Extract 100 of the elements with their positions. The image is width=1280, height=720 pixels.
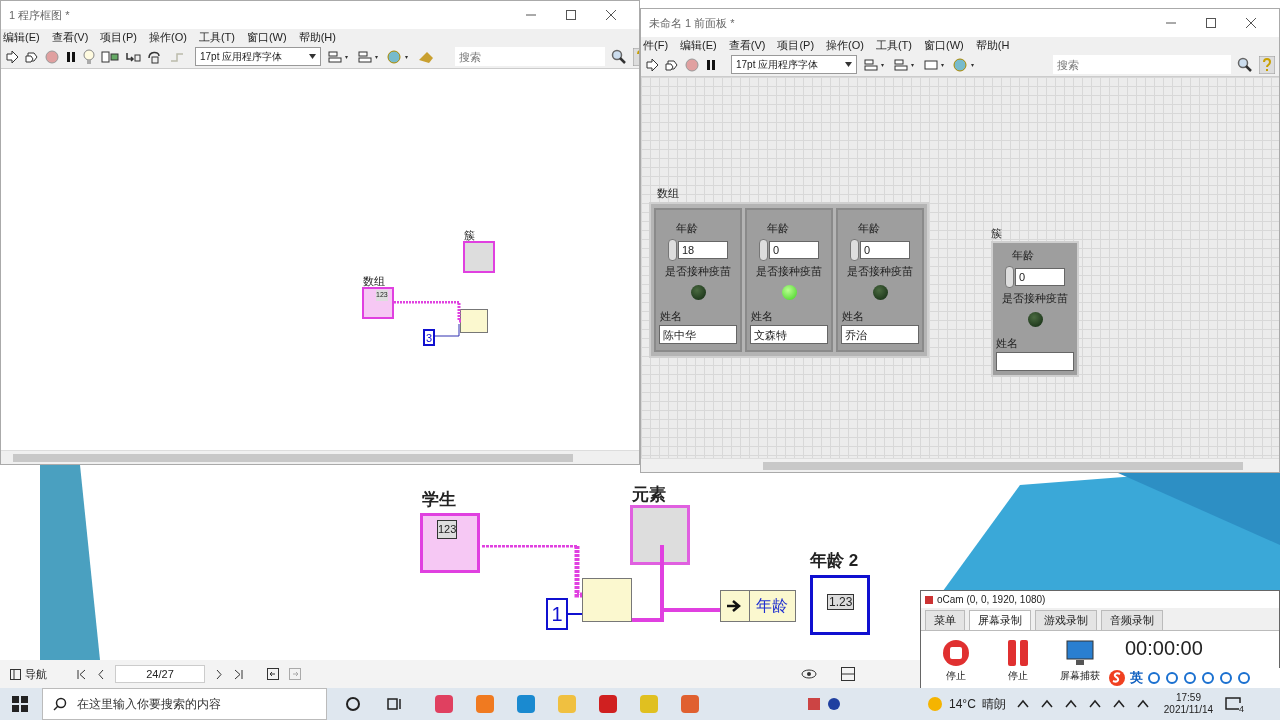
- control-label: 年龄: [676, 221, 698, 236]
- browser-icon[interactable]: [515, 693, 537, 715]
- first-page-icon[interactable]: [77, 668, 87, 680]
- menu-item[interactable]: 窗口(W): [246, 28, 287, 46]
- search-field[interactable]: 搜索: [1053, 55, 1231, 74]
- last-page-icon[interactable]: [233, 668, 243, 680]
- menu-item[interactable]: 编辑(E): [3, 28, 40, 46]
- step-over-icon[interactable]: [147, 49, 163, 64]
- navigation-button[interactable]: 导航: [10, 665, 47, 683]
- arrow-icon: [727, 600, 743, 612]
- font-dropdown[interactable]: 17pt 应用程序字体: [195, 47, 321, 66]
- led-indicator[interactable]: [1027, 312, 1043, 327]
- probe-icon[interactable]: [101, 49, 119, 64]
- string-field[interactable]: 乔治: [841, 324, 919, 344]
- scrollbar-thumb[interactable]: [13, 453, 573, 462]
- control-label: 姓名: [660, 309, 682, 324]
- next-page-icon[interactable]: [215, 668, 223, 680]
- led-indicator[interactable]: [690, 285, 706, 300]
- caret-icon: [309, 54, 316, 59]
- pause-icon[interactable]: [65, 49, 77, 64]
- led-indicator[interactable]: [872, 285, 888, 300]
- app-icon[interactable]: [679, 693, 701, 715]
- input-mode[interactable]: 英: [1130, 668, 1143, 688]
- menu-item[interactable]: 项目(P): [777, 36, 815, 54]
- string-field[interactable]: [996, 351, 1074, 371]
- notification-icon[interactable]: [1225, 696, 1242, 712]
- spin-button[interactable]: [759, 238, 768, 261]
- menu-item[interactable]: 工具(T): [198, 28, 235, 46]
- distribute-icon[interactable]: [893, 57, 917, 72]
- window-title: 未命名 1 前面板 *: [649, 15, 736, 31]
- string-field[interactable]: 文森特: [750, 324, 828, 344]
- record-control-button[interactable]: 停止: [933, 637, 979, 683]
- app-icon[interactable]: [597, 693, 619, 715]
- align-icon[interactable]: [863, 57, 887, 72]
- numeric-field[interactable]: 18: [678, 240, 728, 259]
- menu-item[interactable]: 窗口(W): [924, 36, 964, 54]
- spin-button[interactable]: [850, 238, 859, 261]
- menu-item[interactable]: 工具(T): [875, 36, 912, 54]
- node-label: 元素: [632, 484, 666, 506]
- app-icon[interactable]: [433, 693, 455, 715]
- field-label: 年龄: [755, 596, 789, 616]
- clock[interactable]: 17:59 2021/11/14: [1163, 692, 1214, 716]
- previous-page-icon[interactable]: [97, 668, 105, 680]
- window-title: 1 程序框图 *: [9, 7, 71, 23]
- tab[interactable]: 音频录制: [1101, 610, 1163, 630]
- run-arrow-icon[interactable]: [5, 49, 19, 64]
- taskbar-search-field[interactable]: 在这里输入你要搜索的内容: [42, 688, 327, 720]
- search-icon[interactable]: [1237, 56, 1253, 73]
- numeric-constant: 1: [546, 598, 568, 630]
- tab[interactable]: 游戏录制: [1035, 610, 1097, 630]
- scrollbar-thumb[interactable]: [763, 461, 1243, 470]
- tab[interactable]: 屏幕录制: [969, 610, 1031, 630]
- spin-button[interactable]: [1005, 265, 1014, 288]
- cluster-label: 簇: [991, 226, 1002, 241]
- task-view-icon[interactable]: [387, 696, 403, 712]
- numeric-field[interactable]: 0: [860, 240, 910, 259]
- control-label: 是否接种疫苗: [756, 263, 822, 279]
- control-label: 是否接种疫苗: [1002, 290, 1068, 306]
- spin-button[interactable]: [668, 238, 677, 261]
- record-control-button[interactable]: 停止: [995, 637, 1041, 683]
- menu-item[interactable]: 操作(O): [826, 36, 864, 54]
- run-arrow-icon[interactable]: [645, 57, 659, 72]
- numeric-field[interactable]: 0: [769, 240, 819, 259]
- menu-item[interactable]: 查看(V): [51, 28, 89, 46]
- menu-item[interactable]: 件(F): [643, 36, 669, 54]
- font-dropdown[interactable]: 17pt 应用程序字体: [731, 55, 857, 74]
- back-icon[interactable]: [267, 668, 279, 680]
- menu-item[interactable]: 查看(V): [728, 36, 766, 54]
- layout-icon[interactable]: [841, 667, 855, 681]
- tray-icon[interactable]: [807, 697, 821, 711]
- menu-item[interactable]: 编辑(E): [680, 36, 717, 54]
- menu-item[interactable]: 帮助(H: [975, 36, 1010, 54]
- string-field[interactable]: 陈中华: [659, 324, 737, 344]
- cluster-terminal: [630, 505, 690, 565]
- eye-icon[interactable]: [801, 668, 819, 680]
- reorder-icon[interactable]: [953, 57, 977, 72]
- windows-start-icon[interactable]: [12, 696, 28, 712]
- control-label: 姓名: [842, 309, 864, 324]
- search-field[interactable]: 搜索: [455, 47, 605, 66]
- page-number-field[interactable]: 24/27: [115, 664, 205, 684]
- continuous-run-icon[interactable]: [25, 49, 39, 64]
- numeric-constant: 3: [423, 329, 435, 346]
- control-label: 年龄: [1012, 248, 1034, 263]
- menu-item[interactable]: 帮助(H): [298, 28, 336, 46]
- pause-icon[interactable]: [705, 57, 717, 72]
- elapsed-time: 00:00:00: [1125, 636, 1203, 659]
- reorder-icon[interactable]: [387, 49, 411, 64]
- node-label: 簇: [464, 228, 475, 243]
- align-icon[interactable]: [327, 49, 351, 64]
- tab[interactable]: 菜单: [925, 610, 965, 630]
- control-label: 是否接种疫苗: [847, 263, 913, 279]
- resize-icon[interactable]: [923, 57, 947, 72]
- distribute-icon[interactable]: [357, 49, 381, 64]
- circle-icon[interactable]: [345, 696, 361, 712]
- record-control-button[interactable]: 屏幕捕获: [1057, 637, 1103, 683]
- numeric-field[interactable]: 0: [1015, 267, 1065, 286]
- menu-item[interactable]: 操作(O): [149, 28, 187, 46]
- continuous-run-icon[interactable]: [665, 57, 679, 72]
- menu-item[interactable]: 项目(P): [100, 28, 137, 46]
- search-icon[interactable]: [611, 48, 627, 65]
